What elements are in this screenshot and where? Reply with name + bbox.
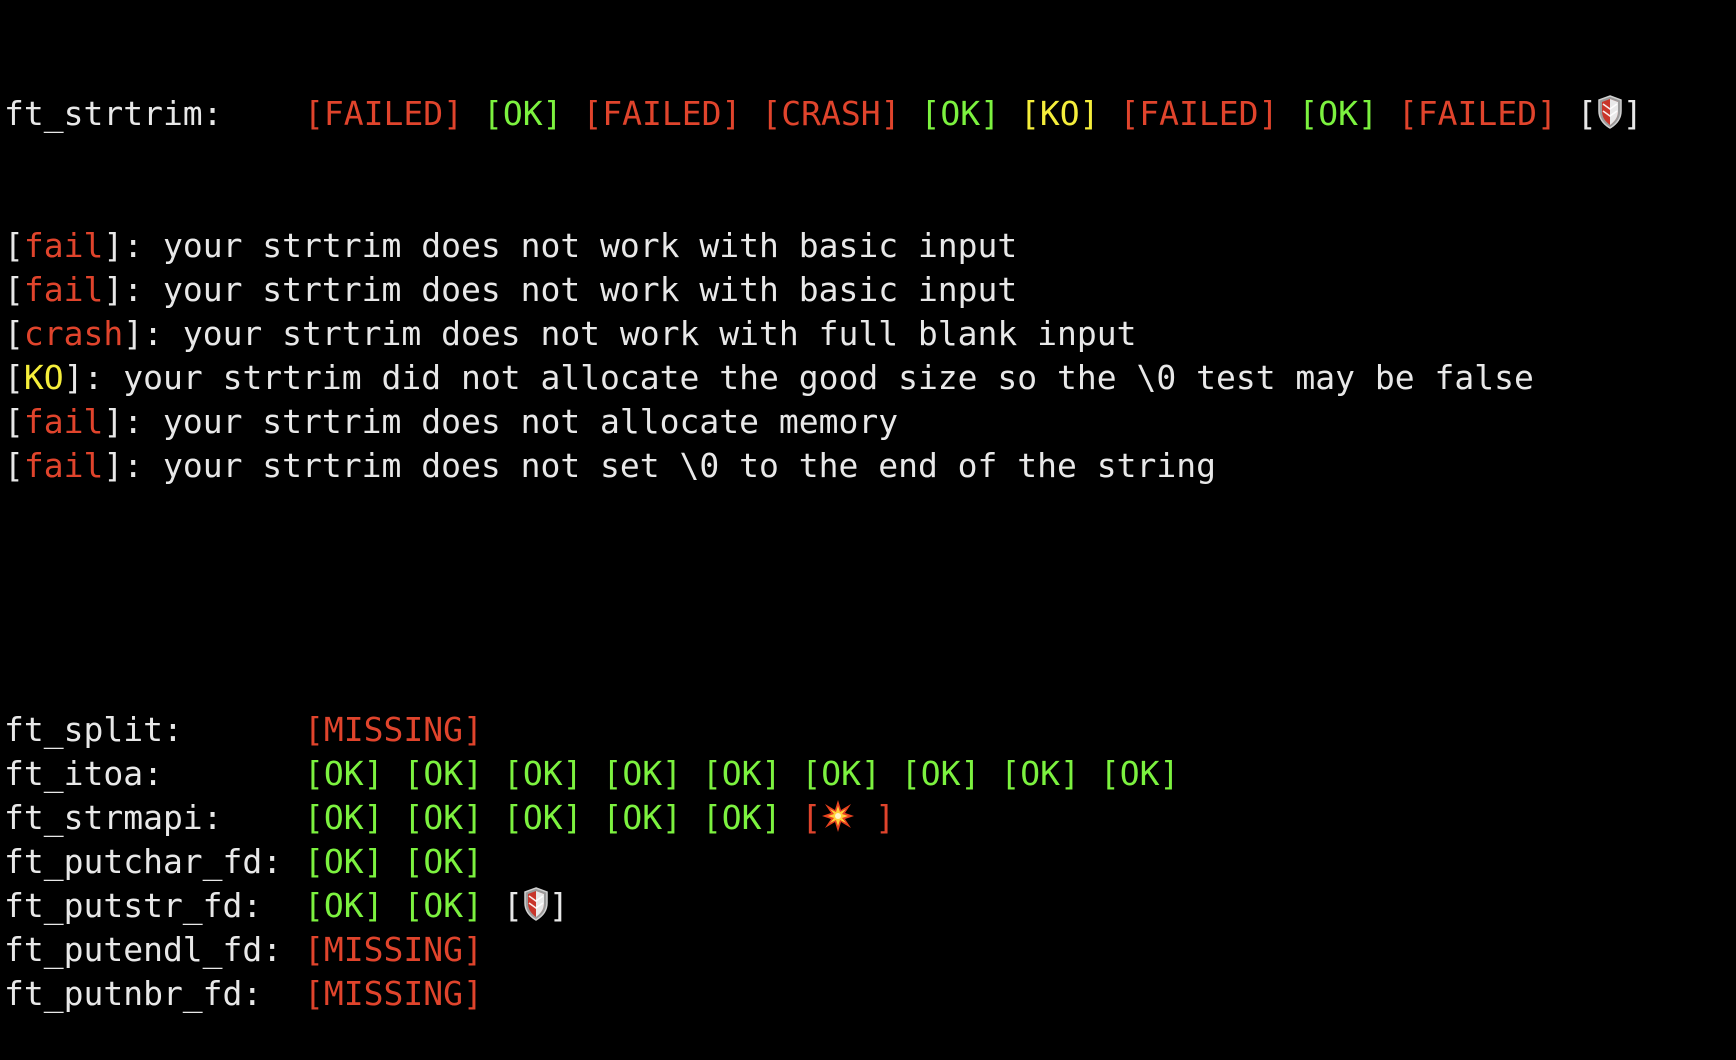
result-block-strtrim: ft_strtrim: [FAILED] [OK] [FAILED] [CRASH] [O…: [4, 92, 1643, 136]
function-name: ft_strtrim:: [4, 94, 223, 133]
function-name: ft_itoa:: [4, 754, 163, 793]
message-line: [fail]: your strtrim does not allocate m…: [4, 402, 899, 441]
status-badge: [OK]: [801, 754, 881, 793]
status-badge: [OK]: [920, 94, 1000, 133]
message-text: : your strtrim does not work with full b…: [143, 314, 1137, 353]
status-badge: [OK]: [304, 754, 384, 793]
message-tag: crash: [23, 314, 124, 353]
status-badge: [OK]: [403, 754, 483, 793]
result-line: ft_putchar_fd: [OK] [OK]: [4, 840, 1643, 884]
status-badge: [OK]: [1099, 754, 1180, 793]
result-line: ft_itoa: [OK] [OK] [OK] [OK] [OK] [OK] [OK] [OK]…: [4, 752, 1643, 796]
status-badge: [OK]: [900, 754, 981, 793]
result-line: ft_strtrim: [FAILED] [OK] [FAILED] [CRASH] [O…: [4, 92, 1643, 136]
status-badge: [OK]: [304, 842, 384, 881]
status-badge: [OK]: [304, 886, 384, 925]
message-tag: fail: [23, 402, 104, 441]
result-line: ft_putstr_fd: [OK] [OK] []: [4, 884, 1643, 928]
function-name: ft_putstr_fd:: [4, 886, 263, 925]
message-text: : your strtrim does not work with basic …: [123, 270, 1018, 309]
status-badge: [OK]: [701, 754, 782, 793]
status-badge: [MISSING]: [304, 710, 483, 749]
message-text: : your strtrim does not work with basic …: [123, 226, 1018, 265]
icon-status: []: [1576, 94, 1643, 133]
status-badge: [OK]: [602, 798, 682, 837]
function-name: ft_putchar_fd:: [4, 842, 283, 881]
status-badge: [OK]: [1298, 94, 1378, 133]
status-badge: [OK]: [403, 886, 483, 925]
status-badge: [MISSING]: [304, 930, 483, 969]
function-name: ft_putnbr_fd:: [4, 974, 263, 1013]
message-tag: fail: [23, 270, 104, 309]
result-line: ft_putnbr_fd: [MISSING]: [4, 972, 1643, 1016]
message-text: : your strtrim did not allocate the good…: [83, 358, 1534, 397]
status-badge: [FAILED]: [1119, 94, 1279, 133]
icon-status: []: [502, 886, 569, 925]
result-line: ft_putendl_fd: [MISSING]: [4, 928, 1643, 972]
message-tag: fail: [23, 226, 104, 265]
status-badge: [OK]: [1000, 754, 1080, 793]
message-text: : your strtrim does not allocate memory: [123, 402, 899, 441]
status-badge: [FAILED]: [304, 94, 463, 133]
status-badge: [OK]: [403, 842, 483, 881]
message-line: [fail]: your strtrim does not work with …: [4, 226, 1018, 265]
status-badge: [KO]: [1019, 94, 1100, 133]
message-line: [fail]: your strtrim does not work with …: [4, 270, 1018, 309]
status-badge: [OK]: [403, 798, 483, 837]
status-badge: [OK]: [304, 798, 384, 837]
message-block: [fail]: your strtrim does not work with …: [4, 224, 1643, 488]
status-badge: [OK]: [502, 798, 583, 837]
terminal-output: ft_strtrim: [FAILED] [OK] [FAILED] [CRASH] [O…: [4, 4, 1643, 1060]
message-tag: KO: [23, 358, 64, 397]
status-badge: [OK]: [482, 94, 563, 133]
status-badge: [OK]: [502, 754, 583, 793]
status-badge: [FAILED]: [1397, 94, 1557, 133]
status-badge: [OK]: [602, 754, 682, 793]
message-line: [crash]: your strtrim does not work with…: [4, 314, 1137, 353]
icon-status: [ ]: [801, 798, 896, 837]
message-line: [fail]: your strtrim does not set \0 to …: [4, 446, 1216, 485]
message-text: : your strtrim does not set \0 to the en…: [123, 446, 1216, 485]
explosion-icon: [821, 799, 855, 833]
message-tag: fail: [23, 446, 104, 485]
shield-icon: [523, 887, 549, 921]
status-badge: [FAILED]: [582, 94, 742, 133]
result-line: ft_split: [MISSING]: [4, 708, 1643, 752]
shield-icon: [1597, 95, 1623, 129]
function-name: ft_split:: [4, 710, 183, 749]
function-name: ft_strmapi:: [4, 798, 223, 837]
status-badge: [MISSING]: [304, 974, 483, 1013]
status-badge: [CRASH]: [761, 94, 901, 133]
result-block-others: ft_split: [MISSING] ft_itoa: [OK] [OK] [OK] [O…: [4, 708, 1643, 1016]
message-line: [KO]: your strtrim did not allocate the …: [4, 358, 1534, 397]
status-badge: [OK]: [701, 798, 782, 837]
result-line: ft_strmapi: [OK] [OK] [OK] [OK] [OK] [ ]: [4, 796, 1643, 840]
function-name: ft_putendl_fd:: [4, 930, 283, 969]
